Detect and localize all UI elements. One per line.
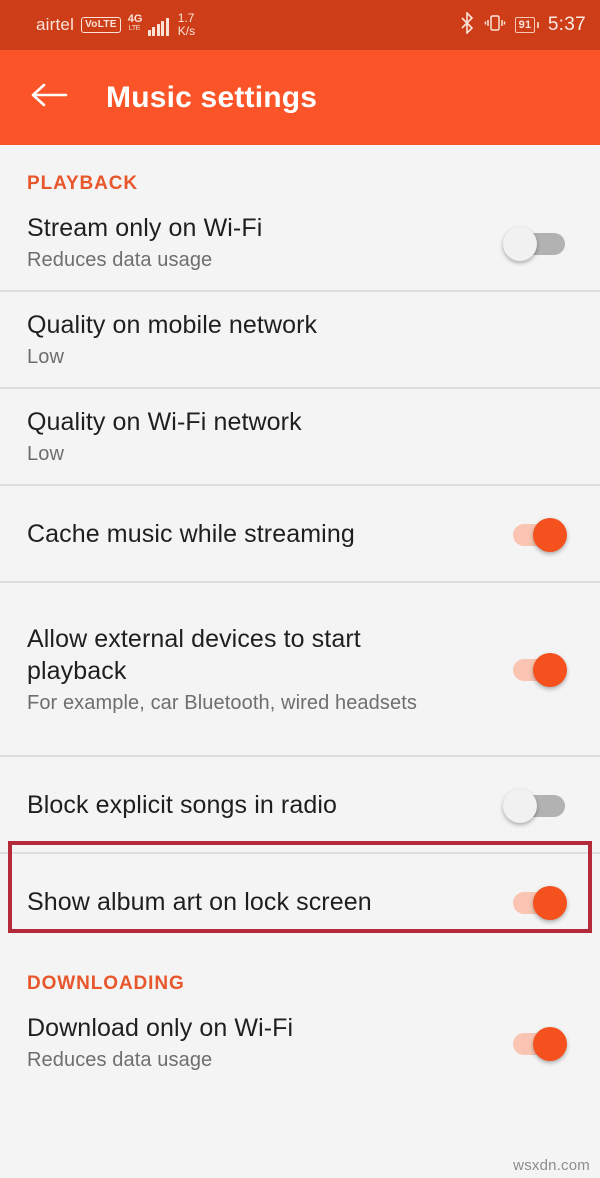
toggle-album-art[interactable] <box>503 882 571 922</box>
setting-row-external-devices[interactable]: Allow external devices to start playback… <box>0 583 600 755</box>
row-subtitle: Low <box>27 346 64 368</box>
toggle-thumb <box>503 788 537 823</box>
toggle-external-devices[interactable] <box>503 649 571 689</box>
setting-row-album-art[interactable]: Show album art on lock screen <box>0 854 600 949</box>
page-title: Music settings <box>106 80 318 114</box>
row-text: Allow external devices to start playback… <box>27 623 427 716</box>
setting-row-block-explicit[interactable]: Block explicit songs in radio <box>0 757 600 852</box>
volte-badge: VoLTE <box>81 17 121 33</box>
watermark-label: wsxdn.com <box>513 1157 590 1174</box>
status-bar-right: 91 5:37 <box>460 10 586 39</box>
setting-row-download-only-wifi[interactable]: Download only on Wi-Fi Reduces data usag… <box>0 995 600 1090</box>
row-text: Quality on Wi-Fi network Low <box>27 406 302 467</box>
app-bar: Music settings <box>0 50 600 145</box>
row-title: Quality on Wi-Fi network <box>27 408 302 436</box>
toggle-thumb <box>533 1026 567 1061</box>
bluetooth-icon <box>460 10 475 39</box>
toggle-thumb <box>533 517 567 552</box>
row-title: Cache music while streaming <box>27 519 355 548</box>
row-text: Cache music while streaming <box>27 518 355 550</box>
signal-strength-icon: 4G LTE <box>127 13 169 36</box>
toggle-thumb <box>533 653 567 687</box>
row-subtitle: Low <box>27 443 64 465</box>
row-subtitle: Reduces data usage <box>27 249 213 271</box>
row-text: Block explicit songs in radio <box>27 789 337 821</box>
battery-level-label: 91 <box>514 16 536 34</box>
settings-list: PLAYBACK Stream only on Wi-Fi Reduces da… <box>0 145 600 1090</box>
row-text: Download only on Wi-Fi Reduces data usag… <box>27 1012 293 1073</box>
row-title: Allow external devices to start playback <box>27 624 361 685</box>
network-sub-label: LTE <box>128 25 141 32</box>
signal-bars-icon <box>147 18 169 36</box>
status-bar-left: airtel VoLTE 4G LTE 1.7 K/s <box>36 12 195 37</box>
setting-row-stream-only-wifi[interactable]: Stream only on Wi-Fi Reduces data usage <box>0 195 600 290</box>
data-rate-indicator: 1.7 K/s <box>178 12 195 37</box>
toggle-thumb <box>533 885 567 920</box>
back-arrow-icon <box>30 80 68 115</box>
battery-tip-icon <box>536 22 539 28</box>
row-subtitle: Reduces data usage <box>27 1049 213 1071</box>
toggle-cache-music[interactable] <box>503 514 571 554</box>
setting-row-quality-wifi[interactable]: Quality on Wi-Fi network Low <box>0 389 600 484</box>
data-rate-unit: K/s <box>177 24 196 38</box>
toggle-block-explicit[interactable] <box>503 785 571 825</box>
row-text: Quality on mobile network Low <box>27 309 317 370</box>
toggle-stream-only-wifi[interactable] <box>503 223 571 263</box>
battery-indicator: 91 <box>514 16 539 34</box>
toggle-thumb <box>503 226 537 261</box>
setting-row-quality-mobile[interactable]: Quality on mobile network Low <box>0 292 600 387</box>
row-title: Download only on Wi-Fi <box>27 1014 294 1042</box>
row-subtitle: For example, car Bluetooth, wired headse… <box>27 691 417 714</box>
row-title: Block explicit songs in radio <box>27 790 337 819</box>
row-title: Show album art on lock screen <box>27 887 372 916</box>
toggle-download-only-wifi[interactable] <box>503 1023 571 1063</box>
phone-screen: airtel VoLTE 4G LTE 1.7 K/s 91 5:37 Musi… <box>0 0 600 1178</box>
network-generation-label: 4G <box>127 13 143 25</box>
vibrate-icon <box>484 13 506 38</box>
row-text: Show album art on lock screen <box>27 886 372 918</box>
clock-label: 5:37 <box>547 14 586 35</box>
status-bar: airtel VoLTE 4G LTE 1.7 K/s 91 5:37 <box>0 0 600 50</box>
back-button[interactable] <box>28 77 70 119</box>
row-title: Quality on mobile network <box>27 311 318 339</box>
row-text: Stream only on Wi-Fi Reduces data usage <box>27 212 262 273</box>
section-header-downloading: DOWNLOADING <box>27 973 185 994</box>
carrier-label: airtel <box>36 15 75 34</box>
setting-row-cache-music[interactable]: Cache music while streaming <box>0 486 600 581</box>
row-title: Stream only on Wi-Fi <box>27 214 263 242</box>
section-header-playback: PLAYBACK <box>27 173 139 194</box>
